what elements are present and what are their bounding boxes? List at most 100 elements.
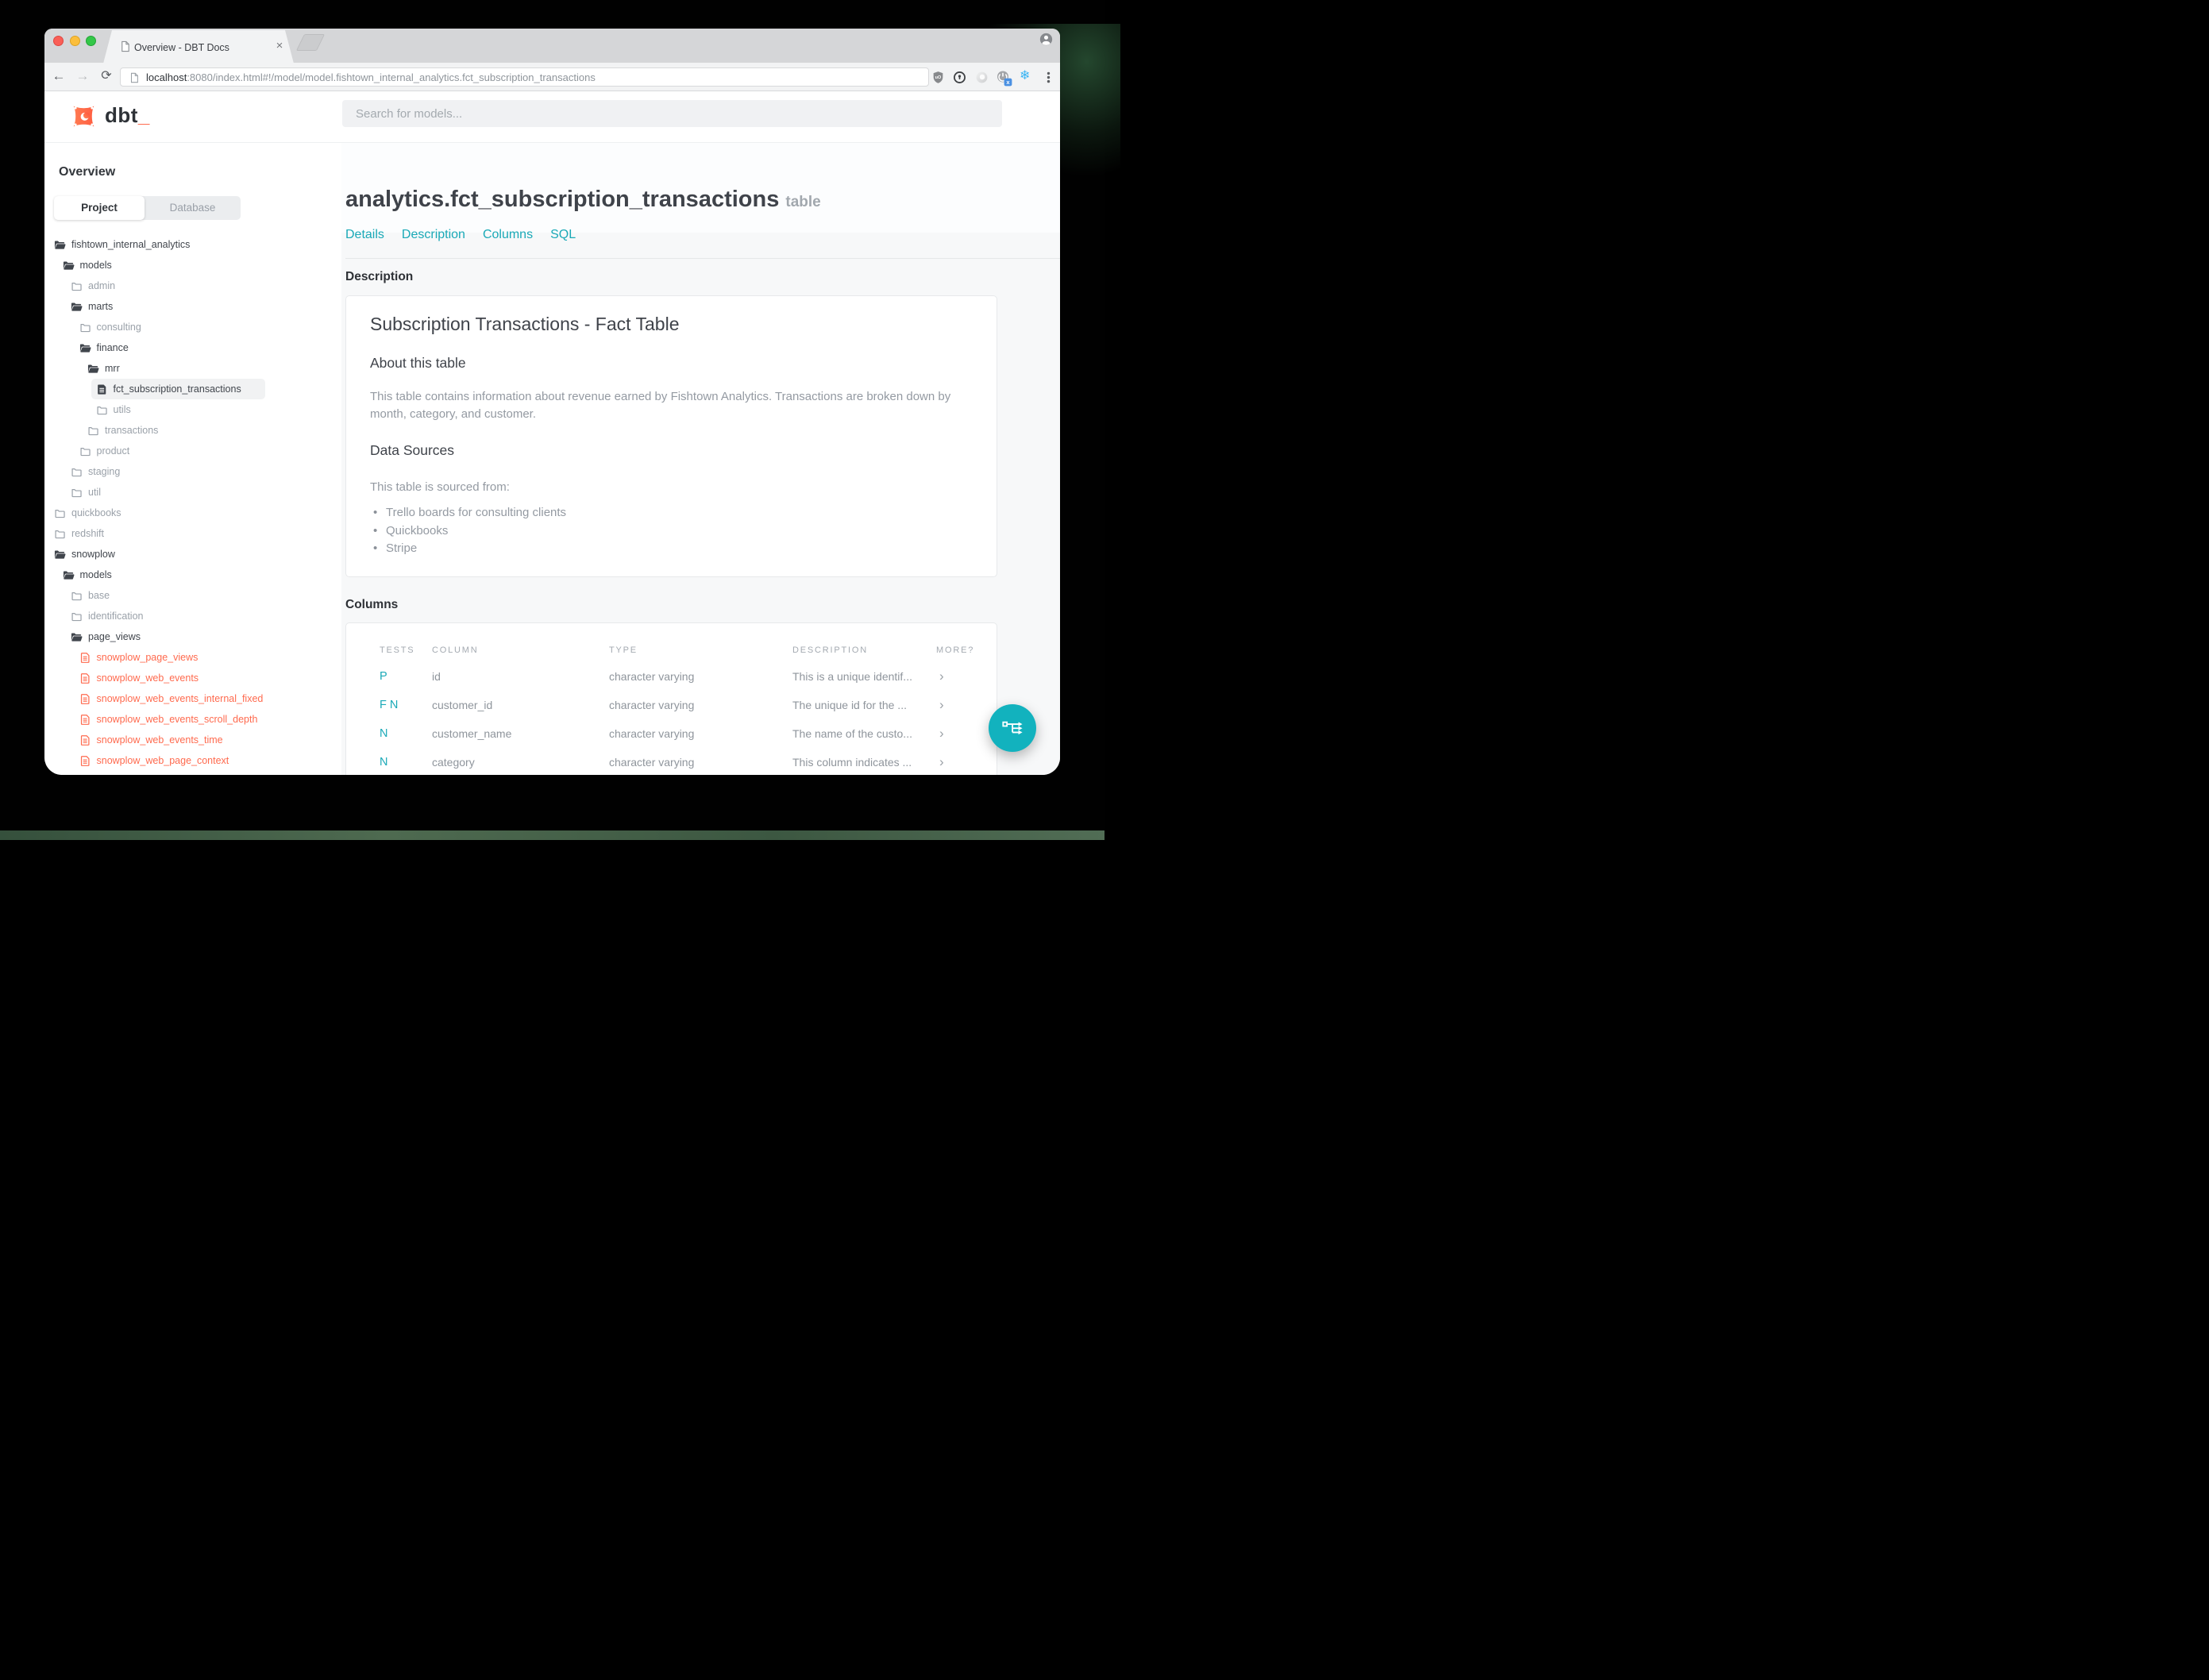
new-tab-button[interactable] (295, 34, 326, 51)
tree-item-snowplow[interactable]: snowplow (44, 544, 341, 564)
model-nav-link-sql[interactable]: SQL (550, 228, 576, 242)
tree-item-snowplow_web_events_internal_fixed[interactable]: snowplow_web_events_internal_fixed (44, 688, 341, 709)
tree-item-admin[interactable]: admin (44, 276, 341, 296)
column-description: This is a unique identif... (792, 670, 912, 683)
main-panel: analytics.fct_subscription_transactions … (341, 143, 1060, 775)
tree-item-consulting[interactable]: consulting (44, 317, 341, 337)
tree-item-page_views[interactable]: page_views (44, 626, 341, 647)
expand-row-chevron-icon[interactable]: › (939, 726, 944, 742)
tree-item-transactions[interactable]: transactions (44, 420, 341, 441)
model-tree: fishtown_internal_analytics models admin ma… (44, 143, 341, 775)
column-tests-badges: P (380, 670, 387, 683)
divider (345, 258, 1060, 259)
expand-row-chevron-icon[interactable]: › (939, 669, 944, 684)
profile-avatar-icon[interactable] (1039, 33, 1053, 46)
column-row-customer_name[interactable]: Ncustomer_name character varying The name … (346, 726, 997, 745)
tree-item-fct_subscription_transactions[interactable]: fct_subscription_transactions (44, 379, 341, 399)
folder-closed-icon (71, 466, 83, 478)
tree-item-label: quickbooks (71, 507, 121, 518)
tree-item-label: snowplow_web_events (96, 672, 199, 684)
tree-item-models[interactable]: models (44, 255, 341, 276)
wallpaper-strip (0, 830, 1104, 840)
model-nav-link-description[interactable]: Description (402, 228, 465, 242)
content-area: Overview Project Database fishtown_inter… (44, 143, 1060, 775)
back-icon[interactable]: ← (49, 63, 68, 91)
tree-item-label: identification (88, 611, 144, 622)
tree-item-label: product (96, 445, 130, 457)
extension-icon[interactable] (975, 71, 989, 84)
tree-item-label: models (79, 569, 112, 580)
model-nav: Details Description Columns SQL (345, 228, 576, 242)
column-type: character varying (609, 699, 695, 711)
close-tab-icon[interactable]: × (273, 40, 286, 52)
dbt-wordmark: dbt_ (105, 103, 150, 127)
tree-item-snowplow_web_events[interactable]: snowplow_web_events (44, 668, 341, 688)
column-row-customer_id[interactable]: F N customer_id character varying The uniqu… (346, 697, 997, 716)
snowflake-extension-icon[interactable]: ❄ (1020, 69, 1033, 83)
tree-item-product[interactable]: product (44, 441, 341, 461)
column-description: The name of the custo... (792, 727, 912, 740)
tree-item-label: snowplow_page_views (96, 652, 199, 663)
folder-open-icon (63, 260, 75, 272)
tree-item-marts[interactable]: marts (44, 296, 341, 317)
tree-item-label: transactions (105, 425, 159, 436)
folder-closed-icon (54, 528, 66, 540)
tree-item-label: page_views (88, 631, 141, 642)
tree-item-snowplow_web_events_scroll_depth[interactable]: snowplow_web_events_scroll_depth (44, 709, 341, 730)
tree-item-snowplow_web_events_time[interactable]: snowplow_web_events_time (44, 730, 341, 750)
column-description: This column indicates ... (792, 756, 912, 769)
browser-tab-strip: Overview - DBT Docs × (44, 29, 1060, 64)
column-row-category[interactable]: Ncategory character varying This column in… (346, 754, 997, 773)
tree-item-finance[interactable]: finance (44, 337, 341, 358)
column-name: category (432, 756, 475, 769)
model-nav-link-columns[interactable]: Columns (483, 228, 533, 242)
search-input[interactable] (342, 100, 1002, 127)
browser-tab[interactable]: Overview - DBT Docs × (103, 30, 294, 64)
tree-item-utils[interactable]: utils (44, 399, 341, 420)
tree-item-identification[interactable]: identification (44, 606, 341, 626)
minimize-window-button[interactable] (70, 36, 80, 46)
tree-item-util[interactable]: util (44, 482, 341, 503)
lineage-graph-icon (1002, 721, 1023, 735)
address-bar[interactable]: localhost:8080/index.html#!/model/model.… (120, 67, 929, 87)
tree-item-snowplow_page_views[interactable]: snowplow_page_views (44, 647, 341, 668)
forward-icon[interactable]: → (73, 63, 92, 91)
file-outline-icon (79, 734, 91, 746)
zoom-window-button[interactable] (85, 36, 96, 46)
tree-item-fishtown_internal_analytics[interactable]: fishtown_internal_analytics (44, 234, 341, 255)
desktop-background: Overview - DBT Docs × ← → ⟳ localhost:80… (0, 0, 1120, 840)
tree-item-base[interactable]: base (44, 585, 341, 606)
page-title: analytics.fct_subscription_transactions … (345, 187, 821, 212)
resource-type-badge: table (785, 194, 821, 210)
column-type: character varying (609, 727, 695, 740)
folder-closed-icon (79, 322, 91, 333)
tree-item-snowplow_web_page_context[interactable]: snowplow_web_page_context (44, 750, 341, 771)
file-outline-icon (79, 652, 91, 664)
view-lineage-button[interactable] (989, 704, 1036, 752)
proxy-extension-icon[interactable]: x (996, 70, 1012, 87)
column-header-description: DESCRIPTION (792, 645, 868, 655)
expand-row-chevron-icon[interactable]: › (939, 754, 944, 770)
source-list-item: Trello boards for consulting clients (373, 506, 566, 524)
doc-title: Subscription Transactions - Fact Table (370, 314, 680, 334)
expand-row-chevron-icon[interactable]: › (939, 697, 944, 713)
tree-item-label: utils (113, 404, 131, 415)
column-row-id[interactable]: Pid character varying This is a unique ide… (346, 669, 997, 688)
folder-closed-icon (54, 507, 66, 519)
reload-icon[interactable]: ⟳ (97, 63, 116, 91)
browser-menu-icon[interactable] (1042, 71, 1055, 84)
close-window-button[interactable] (52, 36, 64, 46)
column-header-tests: TESTS (380, 645, 415, 655)
tree-item-models[interactable]: models (44, 564, 341, 585)
source-list-item: Quickbooks (373, 524, 566, 542)
tree-item-redshift[interactable]: redshift (44, 523, 341, 544)
column-name: customer_name (432, 727, 512, 740)
model-nav-link-details[interactable]: Details (345, 228, 384, 242)
tree-item-quickbooks[interactable]: quickbooks (44, 503, 341, 523)
tree-item-staging[interactable]: staging (44, 461, 341, 482)
tree-item-label: staging (88, 466, 121, 477)
tree-item-mrr[interactable]: mrr (44, 358, 341, 379)
folder-closed-icon (71, 487, 83, 499)
password-manager-extension-icon[interactable] (953, 71, 966, 84)
ublock-extension-icon[interactable]: uO (931, 71, 945, 84)
